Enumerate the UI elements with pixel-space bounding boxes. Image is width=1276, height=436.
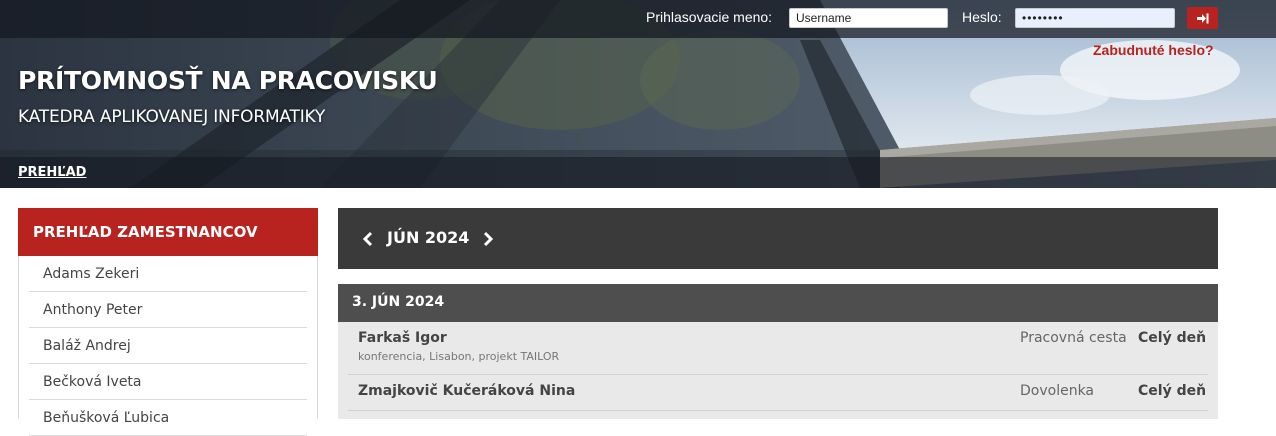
month-label: JÚN 2024 [387,228,470,247]
sidebar-title: PREHĽAD ZAMESTNANCOV [33,223,258,241]
login-button[interactable] [1187,7,1218,29]
main-nav: PREHĽAD [0,157,1276,188]
site-header: Prihlasovacie meno: Heslo: Zabudnuté hes… [0,0,1276,188]
entry-duration: Celý deň [1138,330,1207,346]
day-block: 3. JÚN 2024 Farkaš Igor konferencia, Lis… [338,284,1218,419]
password-label: Heslo: [962,9,1002,25]
chevron-right-icon[interactable] [482,230,494,248]
entry-note: konferencia, Lisabon, projekt TAILOR [358,350,560,363]
day-header: 3. JÚN 2024 [338,284,1218,322]
sign-in-icon [1196,13,1208,23]
day-title: 3. JÚN 2024 [352,294,445,310]
employee-item[interactable]: Anthony Peter [29,292,307,328]
employee-item[interactable]: Beňušková Ľubica [29,400,307,436]
forgot-password-link[interactable]: Zabudnuté heslo? [1093,42,1214,58]
attendance-entry: Zmajkovič Kučeráková Nina Dovolenka Celý… [348,375,1208,411]
entry-employee-name[interactable]: Zmajkovič Kučeráková Nina [358,383,575,399]
chevron-left-icon[interactable] [362,230,374,248]
employee-item[interactable]: Adams Zekeri [29,256,307,292]
password-input[interactable] [1015,8,1175,28]
username-label: Prihlasovacie meno: [646,9,773,25]
entry-employee-name[interactable]: Farkaš Igor [358,330,447,346]
nav-item-overview[interactable]: PREHĽAD [18,165,86,180]
month-navigator: JÚN 2024 [338,208,1218,269]
entry-type: Pracovná cesta [1020,330,1127,346]
login-bar: Prihlasovacie meno: Heslo: [0,0,1276,38]
username-input[interactable] [789,8,948,28]
employee-list: Adams Zekeri Anthony Peter Baláž Andrej … [29,256,307,436]
entry-type: Dovolenka [1020,383,1095,399]
entry-duration: Celý deň [1138,383,1207,399]
employee-item[interactable]: Bečková Iveta [29,364,307,400]
employee-sidebar: PREHĽAD ZAMESTNANCOV Adams Zekeri Anthon… [18,208,318,436]
attendance-entry: Farkaš Igor konferencia, Lisabon, projek… [348,322,1208,375]
sidebar-header: PREHĽAD ZAMESTNANCOV [18,208,318,256]
site-title: PRÍTOMNOSŤ NA PRACOVISKU [18,66,438,95]
employee-item[interactable]: Baláž Andrej [29,328,307,364]
site-subtitle: KATEDRA APLIKOVANEJ INFORMATIKY [18,107,326,127]
